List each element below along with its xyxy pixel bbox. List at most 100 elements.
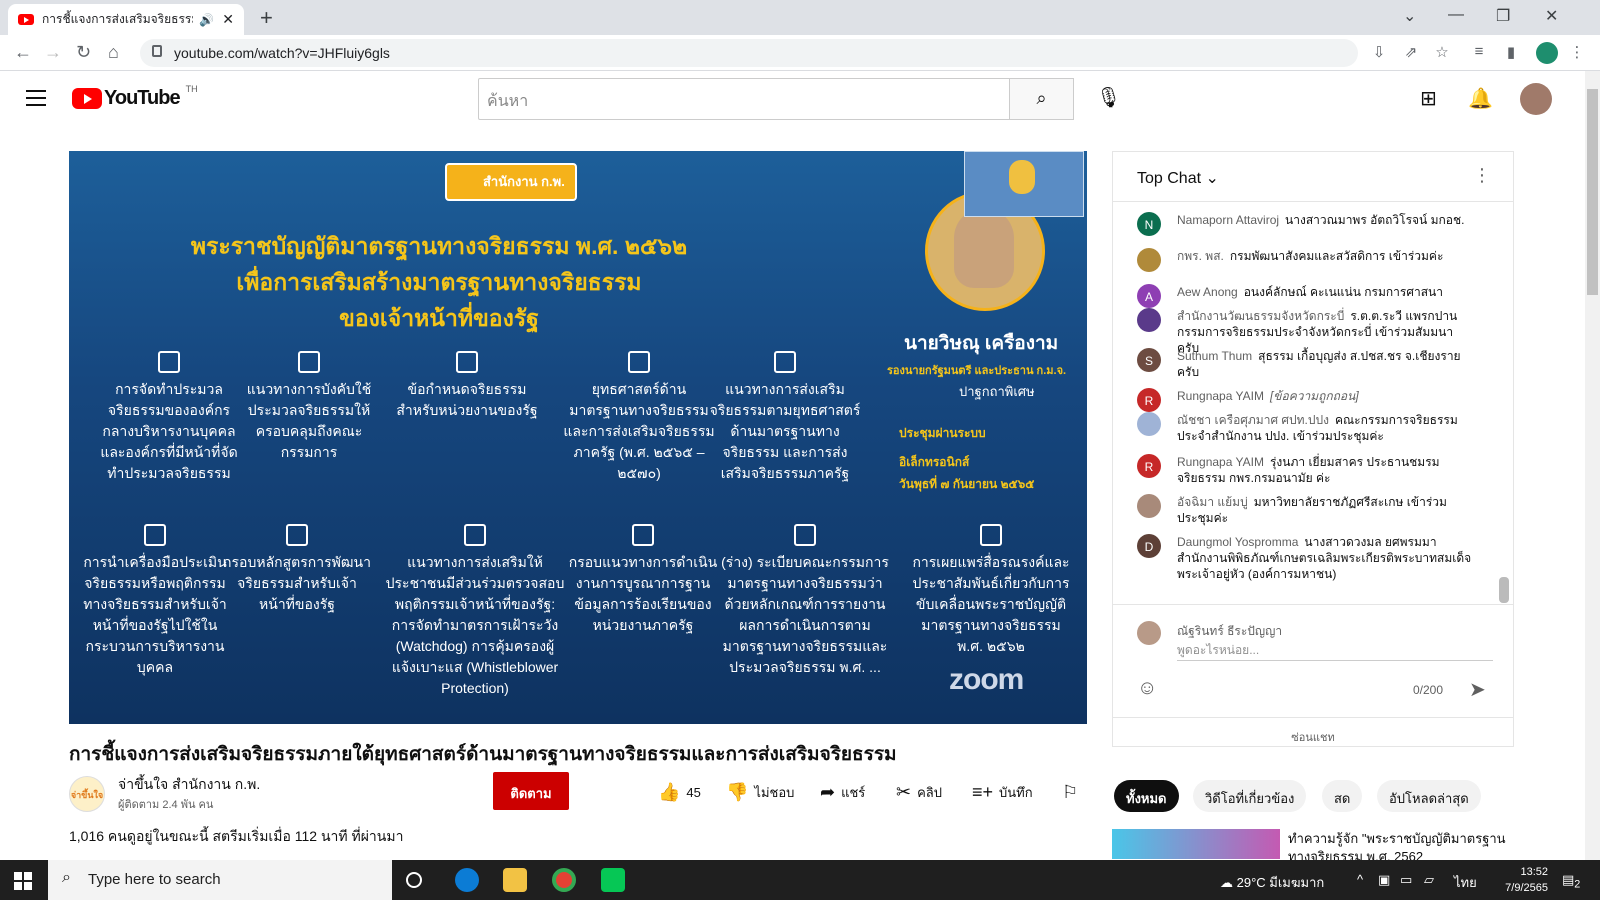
edge-icon[interactable]: [455, 868, 479, 892]
chat-message-text: นางสาวณมาพร อัตถวิโรจน์ มกอช.: [1285, 213, 1465, 227]
chip-recent-uploads[interactable]: อัปโหลดล่าสุด: [1377, 780, 1481, 812]
chat-scrollbar[interactable]: [1499, 577, 1509, 603]
tab-audio-icon[interactable]: 🔊: [199, 13, 214, 27]
address-bar[interactable]: youtube.com/watch?v=JHFluiy6gls: [140, 39, 1358, 67]
video-player[interactable]: สำนักงาน ก.พ. พระราชบัญญัติมาตรฐานทางจริ…: [69, 151, 1087, 724]
chat-author-name[interactable]: Suthum Thum: [1177, 349, 1252, 363]
chat-message[interactable]: R Rungnapa YAIM [ข้อความถูกถอน]: [1137, 388, 1477, 412]
clip-button[interactable]: ✂ คลิป: [896, 782, 942, 803]
home-icon[interactable]: ⌂: [108, 42, 119, 63]
search-button[interactable]: ⌕: [1010, 78, 1074, 120]
share-button[interactable]: ➦ แชร์: [820, 782, 865, 803]
create-video-icon[interactable]: ⊞: [1420, 86, 1437, 111]
person-icon: [456, 351, 478, 373]
chat-message[interactable]: N Namaporn Attaviroj นางสาวณมาพร อัตถวิโรจ…: [1137, 212, 1477, 236]
chat-message[interactable]: A Aew Anong อนงค์ลักษณ์ คะเนแน่น กรมการศาส…: [1137, 284, 1477, 308]
task-view-icon[interactable]: [406, 872, 422, 888]
emoji-icon[interactable]: ☺: [1137, 677, 1157, 700]
tray-overflow-icon[interactable]: ^: [1357, 872, 1363, 887]
chat-author-name[interactable]: Daungmol Yospromma: [1177, 535, 1298, 549]
menu-icon[interactable]: [26, 90, 46, 106]
hide-chat-button[interactable]: ซ่อนแชท: [1113, 717, 1513, 746]
taskbar-search[interactable]: ⌕ Type here to search: [48, 860, 392, 900]
share-icon: ➦: [820, 782, 836, 802]
media-control-icon[interactable]: ≡: [1470, 43, 1488, 61]
chrome-icon[interactable]: [552, 868, 576, 892]
logo-text: YouTube: [104, 87, 181, 109]
browser-tab-bar: การชี้แจงการส่งเสริมจริยธรรมภายใ 🔊 ✕ + ⌄…: [0, 0, 1600, 35]
chat-author-name[interactable]: Rungnapa YAIM: [1177, 455, 1264, 469]
recommended-thumbnail[interactable]: [1112, 829, 1280, 859]
chat-message[interactable]: D Daungmol Yospromma นางสาวดวงมล ยศพรมมา ส…: [1137, 534, 1477, 582]
database-icon: [632, 524, 654, 546]
share-page-icon[interactable]: ⇗: [1402, 43, 1420, 61]
thumbs-down-icon: 👎: [726, 782, 749, 802]
subscribe-button[interactable]: ติดตาม: [493, 772, 569, 810]
search-icon: ⌕: [1036, 88, 1047, 108]
youtube-header: YouTube TH ค้นหา ⌕ 🎙 ⊞ 🔔: [0, 71, 1585, 127]
side-panel-icon[interactable]: ▮: [1502, 43, 1520, 61]
browser-menu-icon[interactable]: ⋮: [1568, 43, 1586, 61]
forward-icon[interactable]: →: [44, 42, 62, 63]
chat-author-avatar: A: [1137, 284, 1161, 308]
chat-author-name[interactable]: Aew Anong: [1177, 285, 1238, 299]
notifications-bell-icon[interactable]: 🔔: [1468, 86, 1493, 111]
browser-profile-avatar[interactable]: [1536, 42, 1558, 64]
chat-message[interactable]: S Suthum Thum สุธรรม เกื้อบุญส่ง ส.ปชส.ชร …: [1137, 348, 1477, 380]
file-explorer-icon[interactable]: [503, 868, 527, 892]
chip-related[interactable]: วิดีโอที่เกี่ยวข้อง: [1193, 780, 1307, 812]
system-clock[interactable]: 13:52 7/9/2565: [1488, 864, 1548, 896]
chat-author-name[interactable]: Namaporn Attaviroj: [1177, 213, 1279, 227]
reload-icon[interactable]: ↻: [76, 42, 91, 63]
new-tab-icon[interactable]: +: [260, 5, 273, 31]
user-avatar[interactable]: [1520, 83, 1552, 115]
channel-avatar[interactable]: จ่าขึ้นใจ: [69, 776, 105, 812]
display-icon[interactable]: ▱: [1424, 872, 1434, 888]
volume-icon[interactable]: ▭: [1400, 872, 1412, 888]
send-icon[interactable]: ➤: [1469, 677, 1486, 702]
report-button[interactable]: ⚐: [1062, 782, 1078, 803]
chat-mode-dropdown[interactable]: Top Chat ⌄: [1137, 168, 1219, 188]
channel-name[interactable]: จ่าขึ้นใจ สำนักงาน ก.พ.: [118, 774, 260, 796]
recommended-title[interactable]: ทำความรู้จัก "พระราชบัญญัติมาตรฐานทางจริ…: [1288, 830, 1508, 860]
line-icon[interactable]: [601, 868, 625, 892]
slide-item: การจัดทำประมวลจริยธรรมขององค์กรกลางบริหา…: [93, 351, 245, 484]
chat-author-name[interactable]: อัจฉิมา แย้มบู่: [1177, 495, 1248, 509]
chat-message[interactable]: อัจฉิมา แย้มบู่ มหาวิทยาลัยราชภัฏศรีสะเกษ…: [1137, 494, 1477, 526]
chat-input[interactable]: พูดอะไรหน่อย...: [1177, 641, 1493, 661]
microphone-icon[interactable]: 🎙: [1096, 85, 1121, 110]
minimize-icon[interactable]: —: [1448, 6, 1464, 24]
chat-author-name[interactable]: สำนักงานวัฒนธรรมจังหวัดกระบี่: [1177, 309, 1344, 323]
install-icon[interactable]: ⇩: [1370, 43, 1388, 61]
language-indicator[interactable]: ไทย: [1454, 872, 1477, 893]
dislike-button[interactable]: 👎 ไม่ชอบ: [726, 782, 794, 803]
chat-message[interactable]: ณัชชา เครือศุภมาศ ศปท.ปปง คณะกรรมการจริยธ…: [1137, 412, 1477, 444]
chat-message[interactable]: กพร. พส. กรมพัฒนาสังคมและสวัสดิการ เข้าร่…: [1137, 248, 1477, 272]
weather-widget[interactable]: ☁ 29°C มีเมฆมาก: [1220, 872, 1324, 893]
close-tab-icon[interactable]: ✕: [222, 11, 234, 28]
page-scrollbar[interactable]: [1585, 71, 1600, 860]
chat-message-list[interactable]: N Namaporn Attaviroj นางสาวณมาพร อัตถวิโรจ…: [1113, 204, 1513, 600]
save-button[interactable]: ≡+ บันทึก: [972, 782, 1033, 803]
chip-all[interactable]: ทั้งหมด: [1114, 780, 1179, 812]
chip-live[interactable]: สด: [1322, 780, 1363, 812]
search-input[interactable]: ค้นหา: [478, 78, 1010, 120]
bookmark-star-icon[interactable]: ☆: [1433, 43, 1451, 61]
like-button[interactable]: 👍 45: [658, 782, 701, 803]
chat-author-name[interactable]: กพร. พส.: [1177, 249, 1224, 263]
chat-author-name[interactable]: Rungnapa YAIM: [1177, 389, 1264, 403]
tab-search-icon[interactable]: ⌄: [1403, 6, 1416, 26]
notification-center-icon[interactable]: ▤2: [1562, 872, 1580, 891]
more-options-icon[interactable]: ⋮: [1473, 165, 1491, 186]
windows-start-icon[interactable]: [14, 872, 32, 890]
network-icon[interactable]: ▣: [1378, 872, 1390, 888]
chat-author-name[interactable]: ณัชชา เครือศุภมาศ ศปท.ปปง: [1177, 413, 1329, 427]
back-icon[interactable]: ←: [14, 42, 32, 63]
chat-message[interactable]: R Rungnapa YAIM รุ่งนภา เยี่ยมสาคร ประธานช…: [1137, 454, 1477, 486]
youtube-logo[interactable]: YouTube TH: [72, 84, 198, 110]
browser-tab-active[interactable]: การชี้แจงการส่งเสริมจริยธรรมภายใ 🔊 ✕: [8, 4, 244, 35]
clipboard-icon: [464, 524, 486, 546]
restore-icon[interactable]: ❐: [1496, 6, 1510, 26]
close-window-icon[interactable]: ✕: [1545, 6, 1558, 26]
chevron-down-icon: ⌄: [1205, 170, 1219, 187]
